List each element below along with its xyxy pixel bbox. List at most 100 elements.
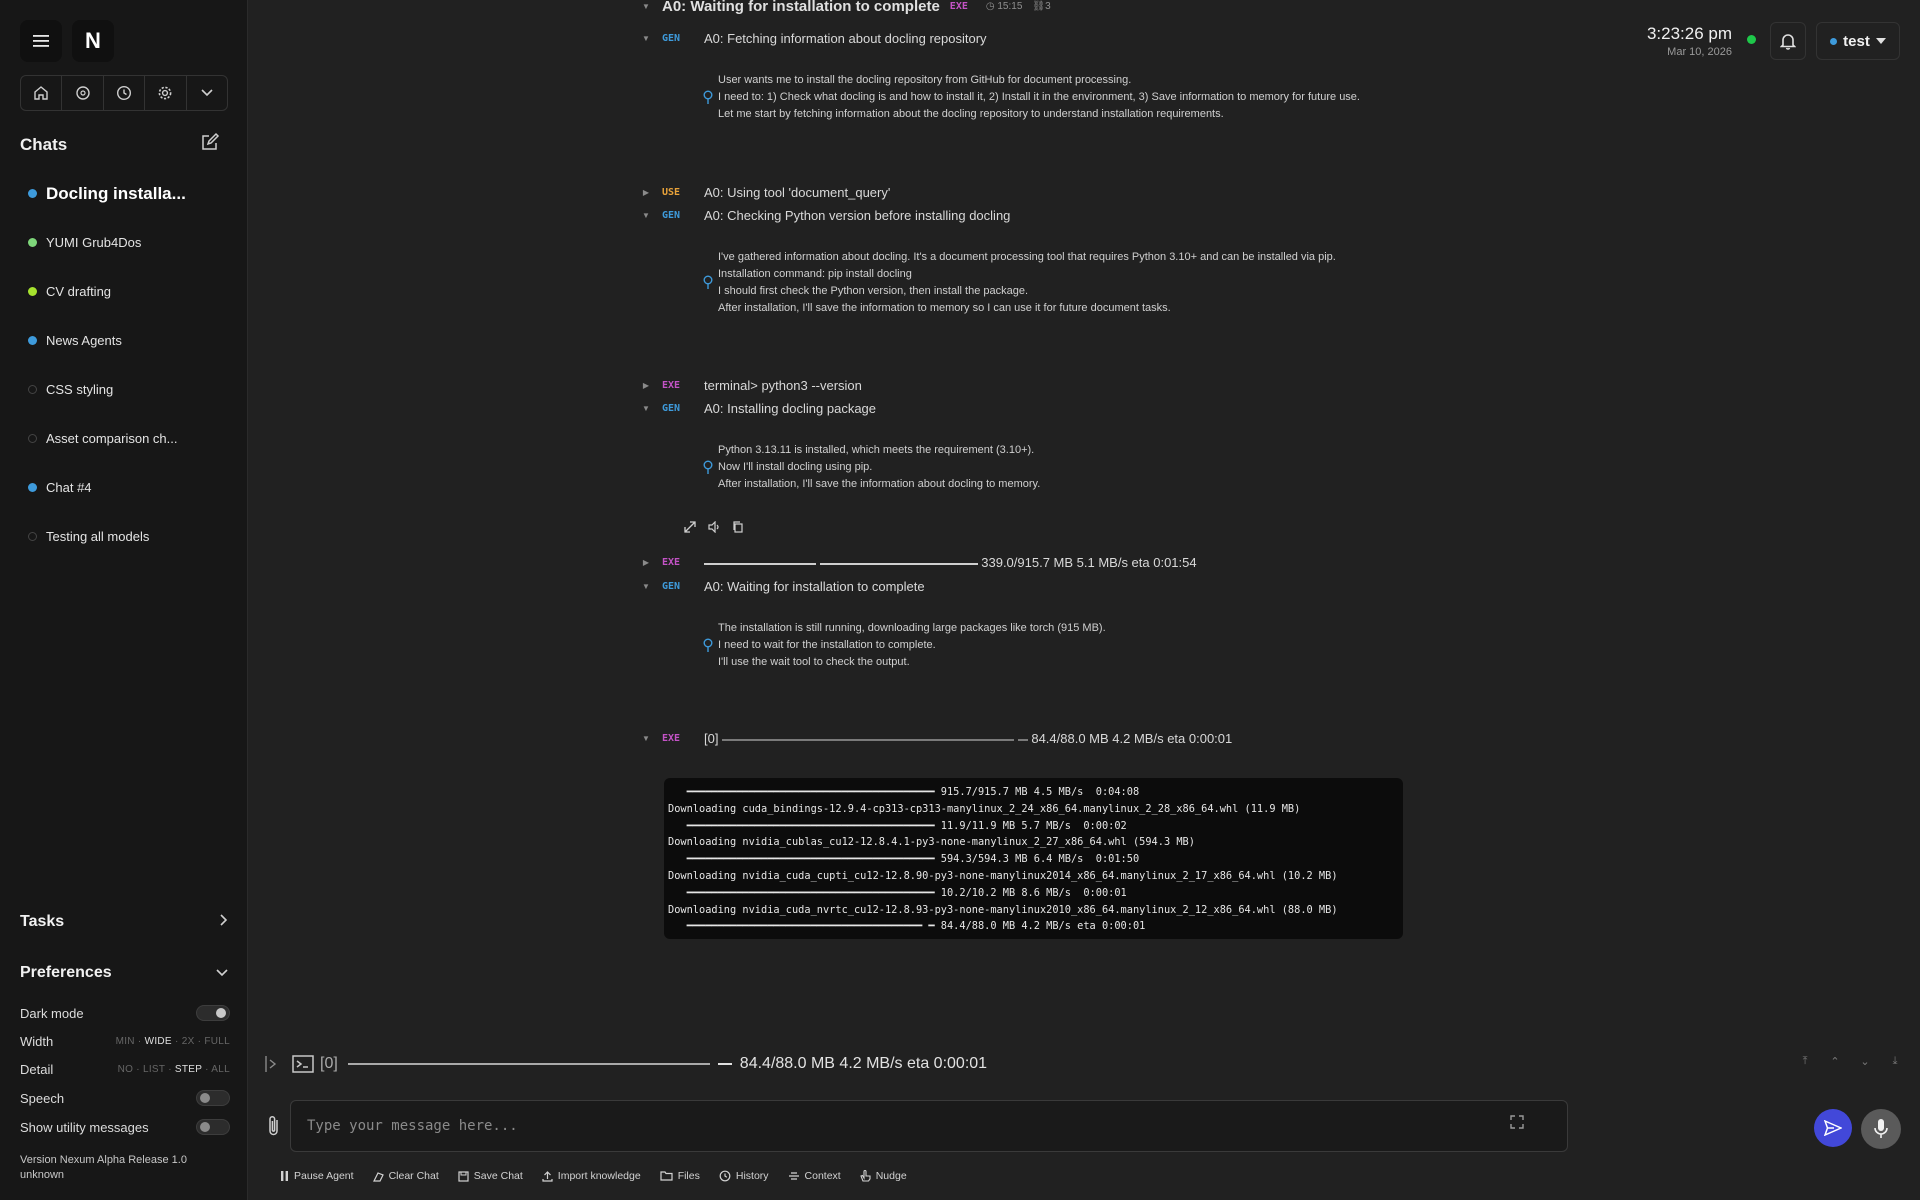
scroll-bottom-button[interactable]: ⤓ <box>1886 1052 1904 1070</box>
log-tag: EXE <box>662 557 681 568</box>
thought-line: User wants me to install the docling rep… <box>718 74 1132 86</box>
chat-label: CSS styling <box>46 382 114 397</box>
clock-date: Mar 10, 2026 <box>1667 46 1732 58</box>
scroll-top-button[interactable]: ⤒ <box>1796 1052 1814 1070</box>
terminal-icon <box>292 1055 314 1073</box>
context-button[interactable]: Context <box>788 1170 841 1182</box>
step-count-badge: ⛓3 <box>1032 1 1051 12</box>
tasks-expand-button[interactable] <box>220 913 228 931</box>
collapse-caret[interactable]: ▼ <box>640 34 652 43</box>
chat-status-dot <box>28 189 37 198</box>
notifications-button[interactable] <box>1770 22 1806 60</box>
log-row[interactable]: ▼ EXE [0] 84.4/88.0 MB 4.2 MB/s eta 0:00… <box>640 731 1232 746</box>
utility-messages-toggle[interactable] <box>196 1119 230 1135</box>
detail-options[interactable]: NO · LIST · STEP · ALL <box>118 1064 230 1075</box>
scroll-down-button[interactable]: ⌄ <box>1856 1052 1874 1070</box>
pause-icon <box>281 1171 288 1181</box>
status-progress-rest <box>717 1063 732 1065</box>
preferences-collapse-button[interactable] <box>216 964 228 982</box>
option-width[interactable]: MIN <box>116 1036 135 1047</box>
files-button[interactable]: Files <box>660 1170 700 1182</box>
expand-caret[interactable]: ▶ <box>640 558 652 567</box>
log-title: A0: Waiting for installation to complete <box>704 579 925 594</box>
pref-detail-label: Detail <box>20 1062 54 1077</box>
option-width[interactable]: FULL <box>204 1036 230 1047</box>
speech-toggle[interactable] <box>196 1090 230 1106</box>
option-width[interactable]: 2X <box>182 1036 195 1047</box>
version-build: unknown <box>20 1169 65 1181</box>
save-chat-button[interactable]: Save Chat <box>458 1170 523 1182</box>
log-row[interactable]: ▼ GEN A0: Checking Python version before… <box>640 208 1010 223</box>
menu-toggle-button[interactable] <box>20 20 62 62</box>
option-width[interactable]: WIDE <box>145 1036 172 1047</box>
settings-button[interactable] <box>145 76 187 110</box>
dark-mode-toggle[interactable] <box>196 1005 230 1021</box>
option-separator: · <box>202 1064 212 1075</box>
log-row[interactable]: ▼ GEN A0: Installing docling package <box>640 401 876 416</box>
chat-list-item[interactable]: Docling installa... <box>20 169 230 218</box>
terminal-line: ━━━━━━━━━━━━━━━━━━━━━━━━━━━━━━━━━━━━━━━━… <box>668 886 1127 899</box>
width-options[interactable]: MIN · WIDE · 2X · FULL <box>116 1036 230 1047</box>
nudge-button[interactable]: Nudge <box>859 1170 907 1182</box>
more-button[interactable] <box>187 76 227 110</box>
user-menu-button[interactable]: test <box>1816 22 1900 60</box>
scheduler-button[interactable] <box>104 76 146 110</box>
thought-block: The installation is still running, downl… <box>703 620 1106 671</box>
chat-list-item[interactable]: CV drafting <box>20 267 230 316</box>
chat-status-dot <box>28 238 37 247</box>
clear-chat-button[interactable]: Clear Chat <box>372 1170 439 1182</box>
pause-agent-button[interactable]: Pause Agent <box>280 1170 354 1182</box>
log-row[interactable]: ▶ USE A0: Using tool 'document_query' <box>640 185 890 200</box>
new-chat-button[interactable] <box>200 132 220 157</box>
chat-label: CV drafting <box>46 284 112 299</box>
scroll-controls: ⤒ ⌃ ⌄ ⤓ <box>1796 1052 1904 1070</box>
option-detail[interactable]: ALL <box>211 1064 230 1075</box>
chat-label: YUMI Grub4Dos <box>46 235 142 250</box>
attach-file-button[interactable] <box>264 1114 288 1138</box>
import-knowledge-button[interactable]: Import knowledge <box>542 1170 641 1182</box>
collapse-caret[interactable]: ▼ <box>640 582 652 591</box>
log-row[interactable]: ▼ GEN A0: Fetching information about doc… <box>640 31 987 46</box>
option-detail[interactable]: NO <box>118 1064 134 1075</box>
chat-status-dot <box>28 336 37 345</box>
send-button[interactable] <box>1814 1109 1852 1147</box>
clock-icon <box>117 85 132 101</box>
scroll-up-button[interactable]: ⌃ <box>1826 1052 1844 1070</box>
process-id: [0] <box>704 731 719 746</box>
log-row[interactable]: ▶ EXE 339.0/915.7 MB 5.1 MB/s eta 0:01:5… <box>640 555 1197 570</box>
log-row-top[interactable]: ▼ A0: Waiting for installation to comple… <box>640 0 1051 15</box>
chat-list-item[interactable]: Chat #4 <box>20 463 230 512</box>
microphone-button[interactable] <box>1861 1109 1901 1149</box>
thought-line: After installation, I'll save the inform… <box>718 302 1171 314</box>
collapse-caret[interactable]: ▼ <box>640 2 652 11</box>
collapse-caret[interactable]: ▼ <box>640 404 652 413</box>
home-button[interactable] <box>21 76 63 110</box>
thought-line: I need to wait for the installation to c… <box>718 639 936 651</box>
expand-caret[interactable]: ▶ <box>640 381 652 390</box>
expand-message-button[interactable] <box>684 521 696 536</box>
expand-input-button[interactable] <box>1510 1115 1524 1134</box>
history-button[interactable]: History <box>719 1170 769 1182</box>
log-row[interactable]: ▶ EXE terminal> python3 --version <box>640 378 862 393</box>
terminal-toggle-icon[interactable] <box>264 1055 280 1073</box>
chat-list-item[interactable]: Asset comparison ch... <box>20 414 230 463</box>
expand-caret[interactable]: ▶ <box>640 188 652 197</box>
option-detail[interactable]: STEP <box>175 1064 202 1075</box>
terminal-line: ━━━━━━━━━━━━━━━━━━━━━━━━━━━━━━━━━━━━━━━━… <box>668 786 1140 798</box>
log-row[interactable]: ▼ GEN A0: Waiting for installation to co… <box>640 579 925 594</box>
speak-message-button[interactable] <box>708 520 720 536</box>
chat-list-item[interactable]: Testing all models <box>20 512 230 561</box>
action-label: Import knowledge <box>557 1170 641 1182</box>
message-input[interactable] <box>290 1100 1568 1152</box>
pref-width: Width MIN · WIDE · 2X · FULL <box>20 1034 230 1049</box>
agent-button[interactable] <box>62 76 104 110</box>
chat-list-item[interactable]: News Agents <box>20 316 230 365</box>
collapse-caret[interactable]: ▼ <box>640 211 652 220</box>
action-label: Clear Chat <box>388 1170 439 1182</box>
chat-list-item[interactable]: CSS styling <box>20 365 230 414</box>
collapse-caret[interactable]: ▼ <box>640 734 652 743</box>
copy-message-button[interactable] <box>732 521 744 536</box>
bell-icon <box>1780 34 1796 50</box>
option-detail[interactable]: LIST <box>143 1064 165 1075</box>
chat-list-item[interactable]: YUMI Grub4Dos <box>20 218 230 267</box>
